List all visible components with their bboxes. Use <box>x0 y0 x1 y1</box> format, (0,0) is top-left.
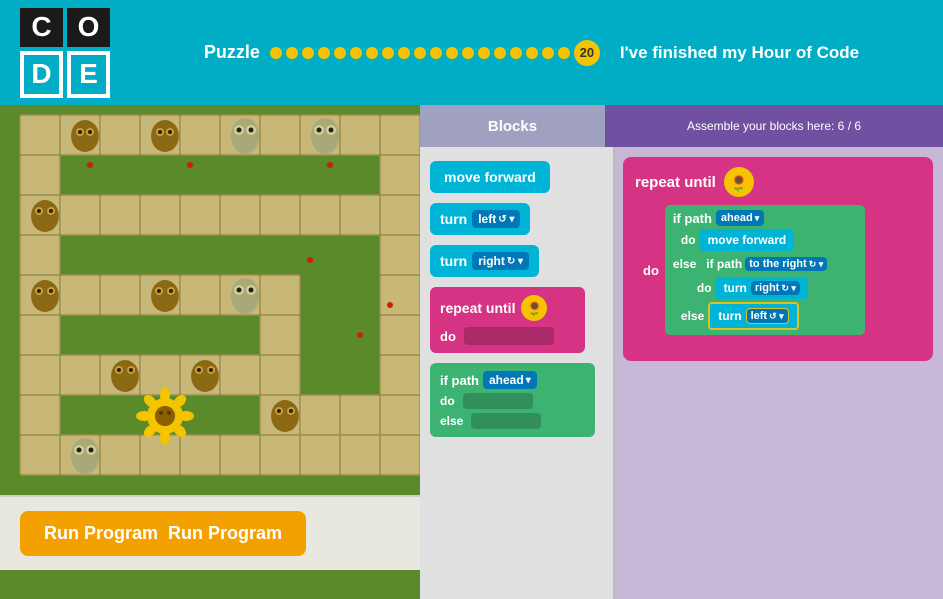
logo-c: C <box>20 8 63 47</box>
dot-12 <box>446 47 458 59</box>
ws-left-dir-tag: left ↺ ▾ <box>746 308 789 324</box>
dot-15 <box>494 47 506 59</box>
blocks-header: Blocks Assemble your blocks here: 6 / 6 <box>420 105 943 147</box>
dot-14 <box>478 47 490 59</box>
ahead-tag: ahead ▾ <box>483 371 537 389</box>
repeat-until-block[interactable]: repeat until 🌻 do <box>430 287 585 353</box>
dot-5 <box>334 47 346 59</box>
ws-if-path-ahead[interactable]: if path ahead ▾ do move forward <box>665 205 865 335</box>
dot-10 <box>414 47 426 59</box>
ws-move-forward-block[interactable]: move forward <box>700 229 795 251</box>
sunflower-icon-ws: 🌻 <box>724 167 754 197</box>
logo-d: D <box>20 51 63 98</box>
dot-16 <box>510 47 522 59</box>
dot-17 <box>526 47 538 59</box>
left-tag: left ↺ ▾ <box>472 210 520 228</box>
dot-18 <box>542 47 554 59</box>
move-forward-block[interactable]: move forward <box>430 161 550 193</box>
logo-o: O <box>67 8 110 47</box>
dot-11 <box>430 47 442 59</box>
dot-1 <box>270 47 282 59</box>
workspace-repeat-block[interactable]: repeat until 🌻 do if path ahead <box>623 157 933 361</box>
assemble-tab[interactable]: Assemble your blocks here: 6 / 6 <box>605 105 943 147</box>
game-area: Run ProgramRun Program <box>0 105 420 599</box>
if-path-block[interactable]: if path ahead ▾ do else <box>430 363 595 437</box>
block-tail <box>635 339 705 351</box>
dot-3 <box>302 47 314 59</box>
dot-19 <box>558 47 570 59</box>
logo-e: E <box>67 51 110 98</box>
turn-left-block[interactable]: turn left ↺ ▾ <box>430 203 530 235</box>
blocks-panel: Blocks Assemble your blocks here: 6 / 6 … <box>420 105 943 599</box>
ws-if-path-right[interactable]: if path to the right ↻ ▾ <box>700 254 833 274</box>
ws-turn-right-block[interactable]: turn right ↻ ▾ <box>716 277 808 299</box>
ws-right-dir-tag: right ↻ ▾ <box>751 281 800 295</box>
run-area: Run ProgramRun Program <box>0 495 420 570</box>
turn-right-block[interactable]: turn right ↻ ▾ <box>430 245 539 277</box>
logo: C O D E <box>20 8 110 98</box>
ws-right-tag: to the right ↻ ▾ <box>745 257 827 271</box>
blocks-tab[interactable]: Blocks <box>420 105 605 147</box>
maze-svg <box>10 105 420 495</box>
block-list: move forward turn left ↺ ▾ turn right ↻ … <box>420 147 615 599</box>
ws-turn-left-block[interactable]: turn left ↺ ▾ <box>708 302 798 330</box>
workspace: repeat until 🌻 do if path ahead <box>615 147 943 599</box>
dot-8 <box>382 47 394 59</box>
dot-current: 20 <box>574 40 600 66</box>
dot-9 <box>398 47 410 59</box>
puzzle-label: Puzzle <box>204 42 260 63</box>
puzzle-dots: 20 <box>270 40 600 66</box>
maze <box>10 105 410 495</box>
ws-ahead-tag: ahead ▾ <box>716 210 764 226</box>
header: C O D E Puzzle 20 I've f <box>0 0 943 105</box>
blocks-content: move forward turn left ↺ ▾ turn right ↻ … <box>420 147 943 599</box>
run-button[interactable]: Run ProgramRun Program <box>20 511 306 556</box>
main-area: Run ProgramRun Program Blocks Assemble y… <box>0 105 943 599</box>
dot-2 <box>286 47 298 59</box>
dot-4 <box>318 47 330 59</box>
dot-13 <box>462 47 474 59</box>
dot-7 <box>366 47 378 59</box>
right-tag: right ↻ ▾ <box>472 252 529 270</box>
puzzle-bar: Puzzle 20 I've finished my Hour of Code <box>140 40 923 66</box>
dot-6 <box>350 47 362 59</box>
sunflower-icon-block: 🌻 <box>521 295 547 321</box>
run-button-label: Run Program <box>168 523 282 544</box>
finished-label: I've finished my Hour of Code <box>620 43 859 63</box>
